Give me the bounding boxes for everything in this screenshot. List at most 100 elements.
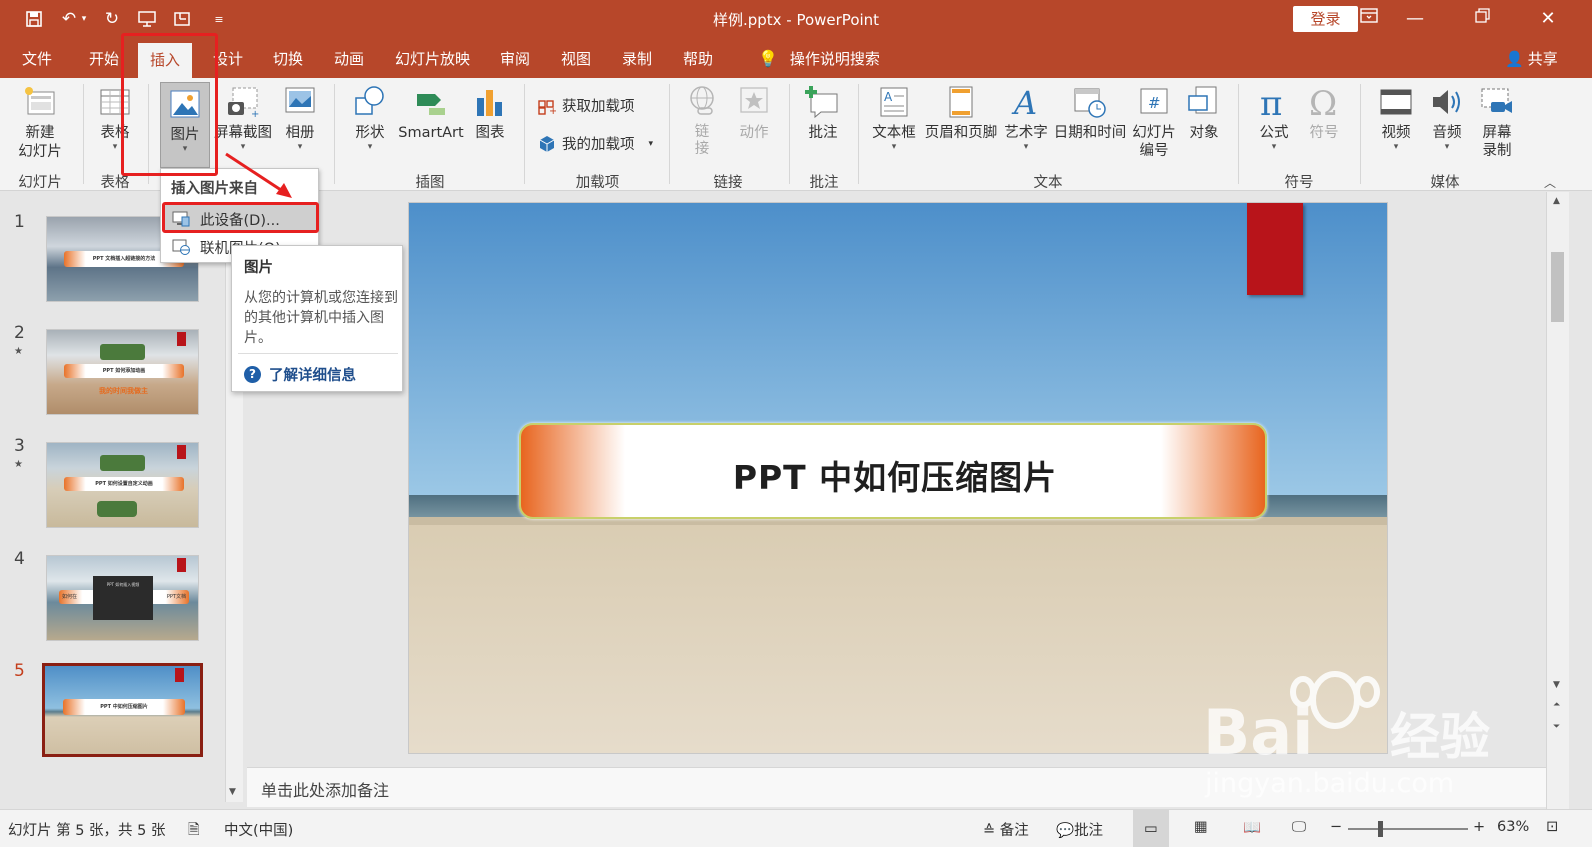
chart-button[interactable]: 图表: [468, 84, 512, 143]
tab-transitions[interactable]: 切换: [273, 38, 303, 78]
notes-icon: ≙: [983, 823, 1000, 839]
comment-button[interactable]: 批注: [800, 84, 846, 143]
slide-thumbnail-5[interactable]: PPT 中如何压缩图片: [42, 663, 203, 757]
link-button[interactable]: 链 接: [682, 84, 722, 158]
thumb-image: [100, 455, 145, 471]
tab-home[interactable]: 开始: [89, 38, 119, 78]
tab-record[interactable]: 录制: [622, 38, 652, 78]
tab-view[interactable]: 视图: [561, 38, 591, 78]
collapse-ribbon-icon[interactable]: ︿: [1544, 174, 1556, 191]
current-slide[interactable]: PPT 中如何压缩图片: [408, 202, 1388, 754]
tab-animations[interactable]: 动画: [334, 38, 364, 78]
zoom-slider-thumb[interactable]: [1378, 821, 1383, 837]
tell-me-search[interactable]: 💡 操作说明搜索: [758, 38, 880, 78]
language-status[interactable]: 中文(中国): [224, 819, 293, 840]
reading-view-icon[interactable]: 📖: [1243, 819, 1261, 836]
album-icon: [285, 87, 315, 113]
scroll-thumb[interactable]: [1551, 252, 1564, 322]
slide-number-button[interactable]: # 幻灯片 编号: [1130, 84, 1178, 160]
fit-to-window-icon[interactable]: ⊡: [1546, 819, 1558, 835]
zoom-out-icon[interactable]: −: [1330, 819, 1342, 835]
animation-star-icon: ★: [14, 459, 23, 470]
object-button[interactable]: 对象: [1182, 84, 1226, 143]
slide-thumbnail-2[interactable]: PPT 如何添加动画 我的时间我做主: [46, 329, 199, 415]
tooltip-title: 图片: [244, 260, 273, 276]
screenshot-button[interactable]: + 屏幕截图 ▾: [212, 84, 274, 152]
new-slide-label: 新建 幻灯片: [18, 125, 62, 160]
slide-thumbnail-4[interactable]: 如何在 PPT文档 PPT 如何插入视频: [46, 555, 199, 641]
group-label-slides: 幻灯片: [18, 175, 62, 191]
group-separator: [1360, 84, 1361, 184]
slideshow-view-icon[interactable]: 🖵: [1292, 819, 1306, 835]
zoom-slider[interactable]: [1348, 821, 1468, 837]
touch-mode-icon[interactable]: [168, 6, 196, 32]
screen-recording-button[interactable]: 屏幕 录制: [1474, 84, 1520, 160]
minimize-icon[interactable]: —: [1393, 4, 1437, 34]
header-footer-label: 页眉和页脚: [924, 125, 998, 141]
undo-dropdown-icon[interactable]: ▾: [77, 6, 91, 32]
next-slide-icon[interactable]: ⏷: [1553, 722, 1560, 732]
equation-button[interactable]: π 公式 ▾: [1252, 84, 1296, 152]
group-separator: [1238, 84, 1239, 184]
comments-toggle[interactable]: 💬批注: [1056, 819, 1103, 840]
shapes-button[interactable]: 形状 ▾: [345, 84, 395, 152]
tab-review[interactable]: 审阅: [500, 38, 530, 78]
my-addins-button[interactable]: 我的加载项 ▾: [538, 133, 653, 154]
screen-record-icon: [1481, 88, 1512, 113]
powerpoint-window: ↶ ▾ ↻ ≡ 样例.pptx - PowerPoint 登录 — ✕ 文件 开…: [0, 0, 1592, 847]
wordart-button[interactable]: A 艺术字 ▾: [1002, 84, 1050, 152]
notes-toggle[interactable]: ≙ 备注: [983, 819, 1029, 840]
scroll-up-icon[interactable]: ▲: [1553, 196, 1560, 206]
slide-scrollbar[interactable]: ▲ ▼ ⏶ ⏷: [1546, 192, 1569, 809]
date-time-button[interactable]: 日期和时间: [1052, 84, 1128, 143]
thumb-caption: PPT 如何添加动画: [102, 368, 146, 374]
header-footer-button[interactable]: 页眉和页脚: [922, 84, 1000, 143]
slide-thumbnail-3[interactable]: PPT 如何设置自定义动画: [46, 442, 199, 528]
zoom-in-icon[interactable]: +: [1473, 819, 1485, 835]
thumb-caption: PPT 如何设置自定义动画: [95, 481, 153, 487]
previous-slide-icon[interactable]: ⏶: [1553, 700, 1560, 710]
audio-label: 音频: [1432, 125, 1462, 141]
smartart-button[interactable]: SmartArt: [397, 84, 465, 143]
present-from-start-icon[interactable]: [133, 6, 161, 32]
slide-number: 2: [14, 323, 25, 343]
get-addins-button[interactable]: + 获取加载项: [538, 95, 635, 116]
video-button[interactable]: 视频 ▾: [1373, 84, 1419, 152]
tab-slideshow[interactable]: 幻灯片放映: [395, 38, 470, 78]
redo-icon[interactable]: ↻: [98, 6, 126, 32]
photo-album-button[interactable]: 相册 ▾: [278, 84, 322, 152]
animation-star-icon: ★: [14, 346, 23, 357]
slide-sorter-icon[interactable]: ▦: [1194, 819, 1208, 835]
learn-more-link[interactable]: ? 了解详细信息: [244, 364, 356, 385]
audio-button[interactable]: 音频 ▾: [1424, 84, 1470, 152]
zoom-level[interactable]: 63%: [1497, 819, 1529, 835]
tab-help[interactable]: 帮助: [683, 38, 713, 78]
save-icon[interactable]: [20, 6, 48, 32]
action-button[interactable]: 动作: [730, 84, 778, 143]
customize-qat-icon[interactable]: ≡: [205, 6, 233, 32]
textbox-icon: A: [880, 87, 908, 117]
slide-title-box[interactable]: PPT 中如何压缩图片: [519, 423, 1267, 519]
normal-view-icon[interactable]: ▭: [1133, 810, 1169, 847]
new-slide-button[interactable]: 新建 幻灯片: [10, 84, 70, 162]
slide-title: PPT 中如何压缩图片: [732, 458, 1058, 497]
group-label-addins: 加载项: [575, 175, 620, 191]
action-star-icon: [740, 87, 768, 113]
thumb-red-tag: [177, 558, 186, 572]
tab-file[interactable]: 文件: [22, 38, 52, 78]
video-icon: [1380, 89, 1412, 115]
comment-icon: [805, 86, 838, 119]
accessibility-icon[interactable]: 🗎: [188, 819, 200, 844]
restore-icon[interactable]: [1460, 4, 1504, 34]
person-icon: 👤: [1505, 50, 1524, 68]
share-button[interactable]: 👤 共享: [1505, 38, 1558, 78]
scroll-down-icon[interactable]: ▼: [1553, 680, 1560, 690]
notes-pane[interactable]: 单击此处添加备注: [247, 767, 1546, 807]
symbol-button[interactable]: Ω 符号: [1302, 84, 1346, 143]
scroll-down-icon[interactable]: ▼: [229, 787, 236, 797]
group-label-comments: 批注: [809, 175, 839, 191]
slide-number-icon: #: [1140, 88, 1168, 114]
textbox-button[interactable]: A 文本框 ▾: [870, 84, 918, 152]
ribbon-display-options-icon[interactable]: [1347, 4, 1391, 34]
close-icon[interactable]: ✕: [1526, 4, 1570, 34]
